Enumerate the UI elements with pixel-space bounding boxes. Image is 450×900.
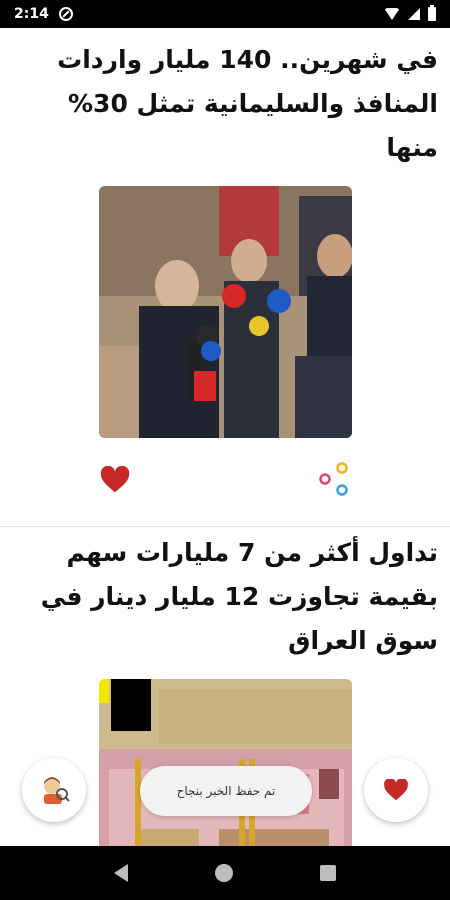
home-icon[interactable] <box>214 864 233 882</box>
press-conference-photo <box>98 186 352 438</box>
heart-icon <box>384 779 408 801</box>
favorites-fab-button[interactable] <box>364 758 428 822</box>
favorite-heart-icon[interactable] <box>100 466 130 494</box>
profile-fab-button[interactable] <box>22 758 86 822</box>
article-actions <box>0 438 450 526</box>
status-time: 2:14 <box>14 6 49 22</box>
signal-icon <box>408 8 420 20</box>
article-photo[interactable] <box>98 186 352 438</box>
back-icon[interactable] <box>113 864 128 882</box>
article-headline[interactable]: في شهرين.. 140 مليار واردات المنافذ والس… <box>0 28 450 170</box>
share-icon[interactable] <box>318 462 350 496</box>
status-icons <box>384 5 436 21</box>
battery-icon <box>428 5 436 21</box>
status-bar: 2:14 <box>0 0 450 28</box>
recent-apps-icon[interactable] <box>320 865 337 881</box>
article-headline[interactable]: تداول أكثر من 7 مليارات سهم بقيمة تجاوزت… <box>0 527 450 663</box>
banknotes-photo <box>98 679 352 846</box>
news-feed[interactable]: في شهرين.. 140 مليار واردات المنافذ والس… <box>0 28 450 846</box>
reader-avatar-icon <box>44 777 70 804</box>
article-card[interactable]: في شهرين.. 140 مليار واردات المنافذ والس… <box>0 28 450 527</box>
toast-message: تم حفظ الخبر بنجاح <box>140 766 312 816</box>
wifi-icon <box>384 8 400 20</box>
article-photo[interactable] <box>98 679 352 846</box>
do-not-disturb-icon <box>58 7 73 21</box>
system-navigation-bar <box>0 846 450 900</box>
toast-text: تم حفظ الخبر بنجاح <box>176 784 276 798</box>
